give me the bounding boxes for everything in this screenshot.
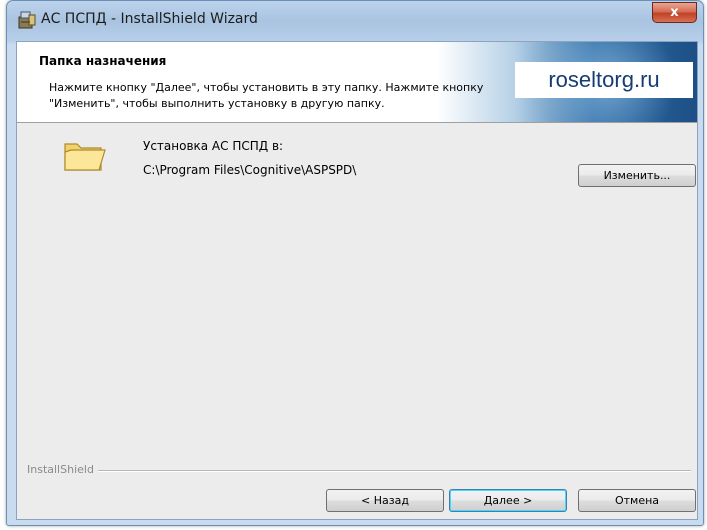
back-button[interactable]: < Назад	[326, 489, 444, 512]
close-button[interactable]: x	[652, 2, 697, 23]
install-path-value: C:\Program Files\Cognitive\ASPSPD\	[143, 163, 357, 177]
folder-icon	[63, 138, 107, 174]
change-button[interactable]: Изменить...	[578, 164, 696, 187]
page-title: Папка назначения	[39, 54, 167, 68]
next-button[interactable]: Далее >	[449, 489, 567, 512]
footer-separator	[27, 470, 691, 472]
installer-window: АС ПСПД - InstallShield Wizard x Папка н…	[6, 0, 704, 526]
watermark-text: roseltorg.ru	[515, 62, 693, 98]
header-banner: Папка назначения Нажмите кнопку "Далее",…	[17, 42, 697, 123]
wizard-client-area: Папка назначения Нажмите кнопку "Далее",…	[16, 41, 698, 520]
installer-icon	[17, 10, 37, 30]
description-line-2: "Изменить", чтобы выполнить установку в …	[49, 97, 385, 110]
cancel-button[interactable]: Отмена	[578, 489, 696, 512]
window-title: АС ПСПД - InstallShield Wizard	[41, 11, 258, 27]
title-bar[interactable]: АС ПСПД - InstallShield Wizard x	[7, 1, 703, 39]
close-icon: x	[670, 5, 679, 20]
install-location-label: Установка АС ПСПД в:	[143, 139, 284, 153]
installshield-brand-label: InstallShield	[27, 463, 98, 476]
